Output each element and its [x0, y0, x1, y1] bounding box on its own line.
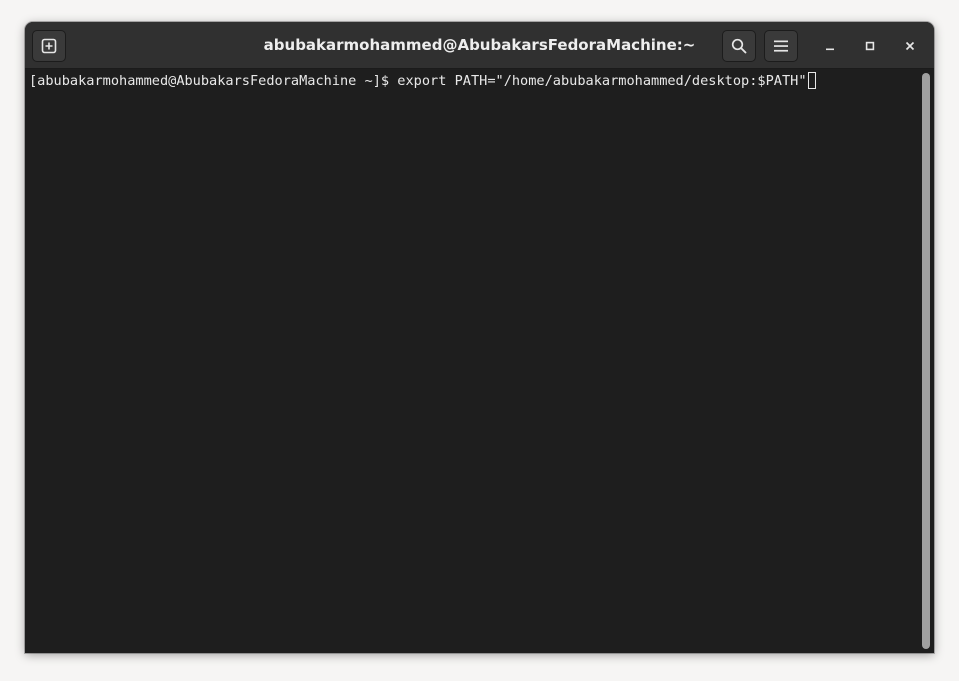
minimize-icon	[826, 48, 834, 51]
command-text: export PATH="/home/abubakarmohammed/desk…	[397, 73, 807, 89]
menu-button[interactable]	[764, 30, 798, 62]
search-button[interactable]	[722, 30, 756, 62]
text-cursor	[807, 72, 816, 89]
shell-prompt: [abubakarmohammed@AbubakarsFedoraMachine…	[29, 73, 398, 89]
window-title: abubakarmohammed@AbubakarsFedoraMachine:…	[263, 36, 696, 54]
minimize-button[interactable]	[819, 35, 841, 57]
maximize-button[interactable]	[859, 35, 881, 57]
close-button[interactable]	[899, 35, 921, 57]
terminal-window: abubakarmohammed@AbubakarsFedoraMachine:…	[25, 22, 934, 653]
maximize-icon	[865, 41, 875, 51]
terminal-output[interactable]: [abubakarmohammed@AbubakarsFedoraMachine…	[25, 69, 918, 653]
tab-new-icon	[41, 38, 57, 54]
close-icon	[905, 41, 915, 51]
scrollbar[interactable]	[918, 69, 934, 653]
scrollbar-thumb[interactable]	[922, 73, 930, 649]
hamburger-menu-icon	[774, 40, 788, 52]
new-tab-button[interactable]	[32, 30, 66, 62]
header-bar: abubakarmohammed@AbubakarsFedoraMachine:…	[25, 22, 934, 69]
search-icon	[731, 38, 747, 54]
